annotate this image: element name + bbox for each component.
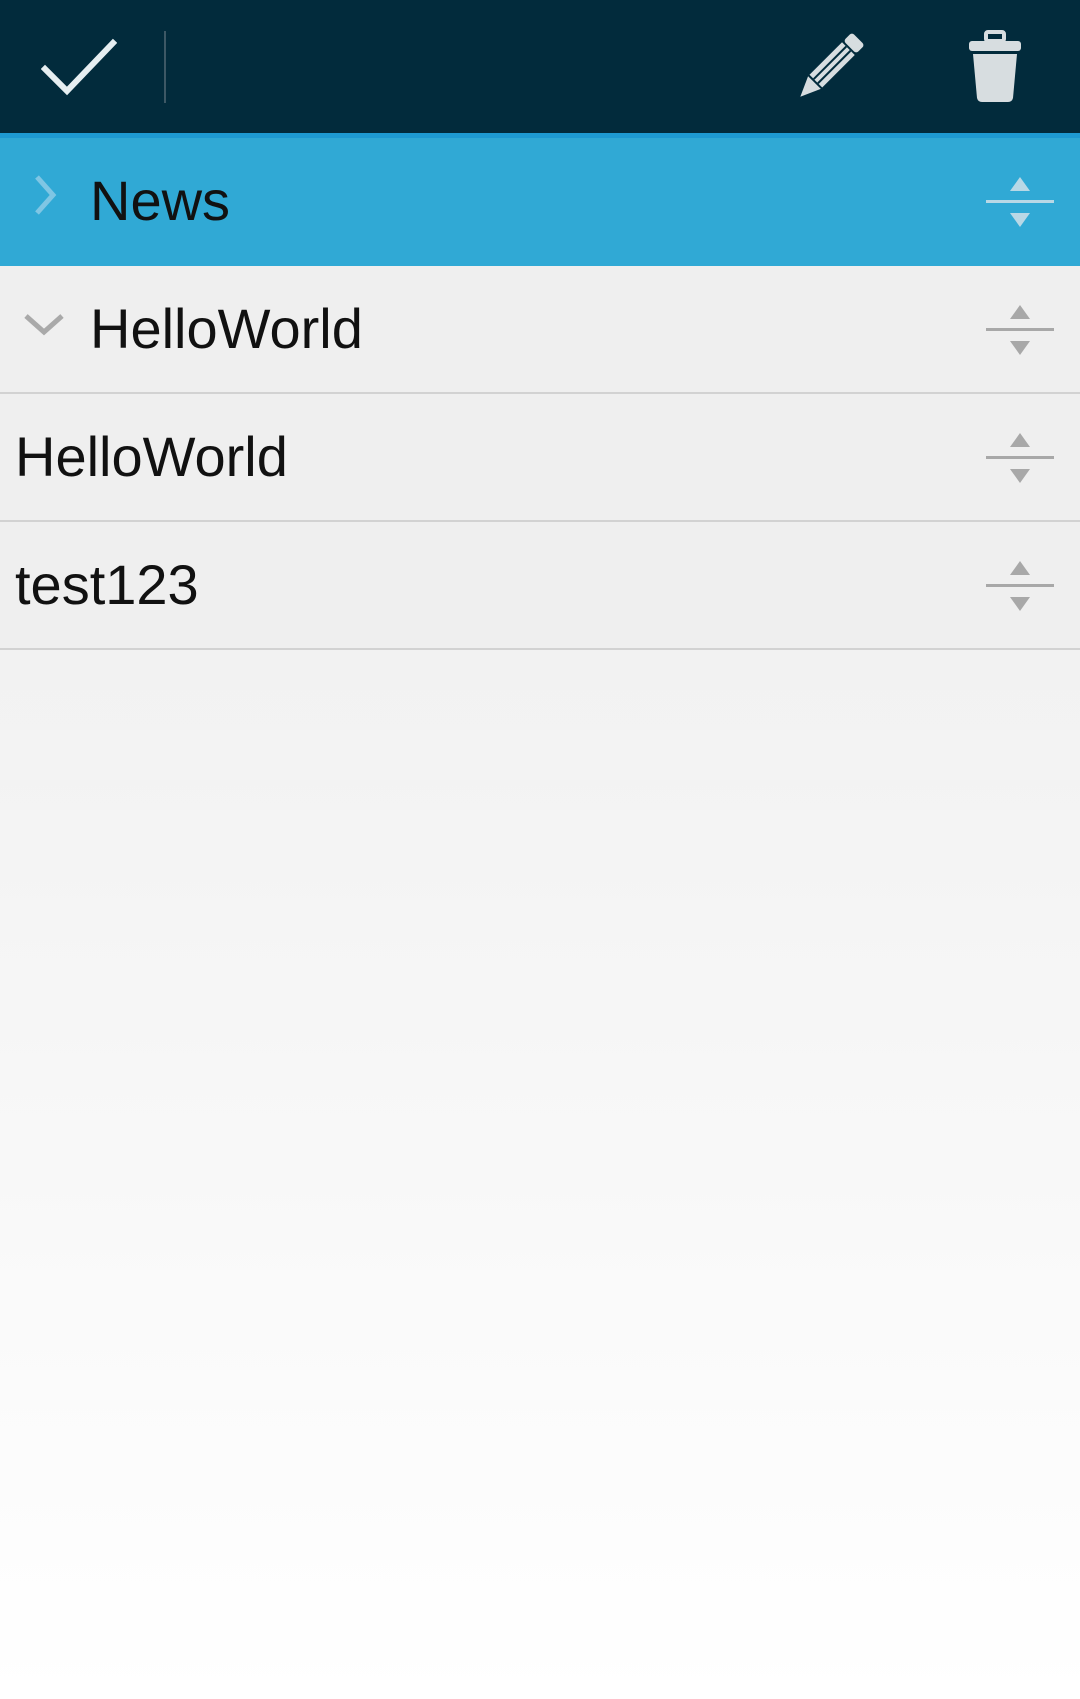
list-item[interactable]: test123: [0, 522, 1080, 650]
pencil-icon: [800, 33, 864, 97]
action-bar: [0, 0, 1080, 133]
edit-button[interactable]: [770, 0, 890, 133]
chevron-down-icon[interactable]: [22, 301, 66, 345]
drag-handle-icon[interactable]: [984, 557, 1056, 615]
drag-handle-icon[interactable]: [984, 301, 1056, 359]
drag-handle-icon[interactable]: [984, 173, 1056, 231]
list-item[interactable]: News: [0, 138, 1080, 266]
list-item-label: HelloWorld: [15, 425, 288, 488]
list-item[interactable]: HelloWorld: [0, 394, 1080, 522]
list-item-label: test123: [15, 553, 199, 616]
delete-button[interactable]: [935, 0, 1055, 133]
drag-handle-icon[interactable]: [984, 429, 1056, 487]
done-button[interactable]: [0, 0, 158, 133]
action-bar-divider: [164, 31, 166, 103]
chevron-right-icon[interactable]: [22, 173, 66, 217]
list-item-label: HelloWorld: [90, 297, 363, 360]
list-item-label: News: [90, 169, 231, 232]
trash-icon: [969, 29, 1021, 102]
checkmark-icon: [41, 38, 117, 95]
list-item[interactable]: HelloWorld: [0, 266, 1080, 394]
folder-list: News HelloWorld HelloWorld test123: [0, 138, 1080, 650]
